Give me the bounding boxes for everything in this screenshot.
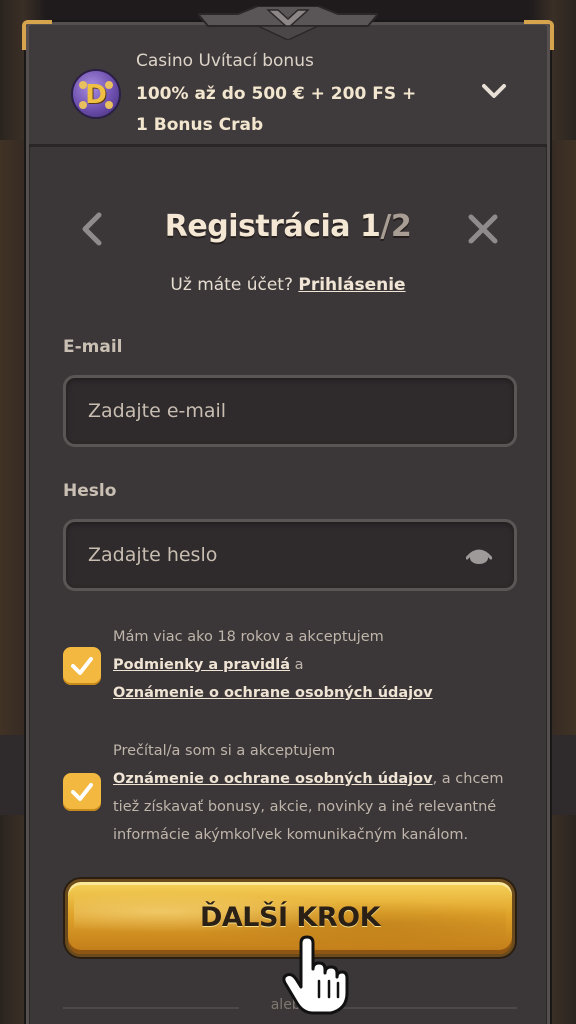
close-icon[interactable] xyxy=(465,211,501,247)
email-label: E-mail xyxy=(63,337,123,357)
chevron-down-icon[interactable] xyxy=(481,81,507,101)
next-step-label: ĎALŠÍ KROK xyxy=(200,902,381,933)
eye-icon[interactable] xyxy=(466,546,492,566)
frame-corner-ornament xyxy=(22,20,52,50)
age-consent-joiner: a xyxy=(290,657,304,673)
login-prompt-text: Už máte účet? xyxy=(170,275,293,295)
checkmark-icon xyxy=(71,657,93,675)
bonus-coin-icon: D xyxy=(71,69,121,119)
password-field[interactable] xyxy=(88,522,448,588)
bonus-title: Casino Uvítací bonus xyxy=(136,51,314,71)
welcome-bonus-selector[interactable]: D Casino Uvítací bonus 100% až do 500 € … xyxy=(29,25,547,147)
password-field-container xyxy=(63,519,517,591)
age-consent-intro: Mám viac ako 18 rokov a akceptujem xyxy=(113,629,384,645)
bonus-offer: 100% až do 500 € + 200 FS + 1 Bonus Crab xyxy=(136,84,417,135)
privacy-link-marketing[interactable]: Oznámenie o ochrane osobných údajov xyxy=(113,771,433,787)
modal-header: Registrácia 1/2 xyxy=(29,205,547,255)
privacy-link[interactable]: Oznámenie o ochrane osobných údajov xyxy=(113,685,433,701)
marketing-consent-row: Prečítal/a som si a akceptujem Oznámenie… xyxy=(63,737,523,849)
registration-modal: D Casino Uvítací bonus 100% až do 500 € … xyxy=(26,22,550,1024)
bonus-coin-letter: D xyxy=(85,80,107,110)
marketing-consent-text: Prečítal/a som si a akceptujem Oznámenie… xyxy=(113,737,523,849)
login-prompt: Už máte účet? Prihlásenie xyxy=(29,275,547,295)
age-consent-text: Mám viac ako 18 rokov a akceptujem Podmi… xyxy=(113,623,523,707)
password-label: Heslo xyxy=(63,481,117,501)
email-field[interactable] xyxy=(88,378,448,444)
login-link[interactable]: Prihlásenie xyxy=(298,275,405,295)
checkmark-icon xyxy=(71,783,93,801)
email-field-container xyxy=(63,375,517,447)
pointer-hand-icon xyxy=(282,935,349,1015)
page-title-text: Registrácia 1 xyxy=(164,209,381,244)
frame-corner-ornament xyxy=(524,20,554,50)
age-consent-row: Mám viac ako 18 rokov a akceptujem Podmi… xyxy=(63,623,523,707)
age-consent-checkbox[interactable] xyxy=(63,647,101,685)
marketing-consent-intro: Prečítal/a som si a akceptujem xyxy=(113,743,336,759)
top-ornament-icon xyxy=(198,6,378,40)
marketing-consent-checkbox[interactable] xyxy=(63,773,101,811)
terms-link[interactable]: Podmienky a pravidlá xyxy=(113,657,290,673)
step-indicator: /2 xyxy=(380,209,412,244)
